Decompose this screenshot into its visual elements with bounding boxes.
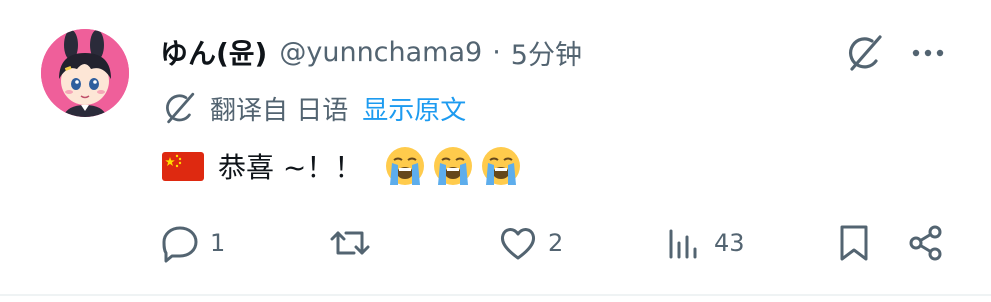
author-handle[interactable]: @yunnchama9 <box>279 37 482 68</box>
loudly-crying-face-icon <box>482 147 521 185</box>
separator-dot: · <box>492 36 501 68</box>
loudly-crying-face-icon <box>434 147 473 185</box>
post-body: 恭喜 ~！！ <box>162 142 522 190</box>
loudly-crying-face-icon <box>386 147 425 185</box>
more-options-button[interactable] <box>906 31 950 75</box>
reply-button[interactable]: 1 <box>160 218 225 268</box>
china-flag-icon <box>162 151 204 181</box>
avatar[interactable] <box>41 29 129 117</box>
action-bar: 1 2 43 <box>0 218 991 268</box>
translation-notice: 翻译自 日语 显示原文 <box>160 88 466 128</box>
bookmark-icon <box>840 225 868 261</box>
repost-icon <box>330 231 370 255</box>
show-original-link[interactable]: 显示原文 <box>362 90 466 127</box>
post-divider <box>0 294 991 296</box>
views-button[interactable]: 43 <box>664 218 745 268</box>
post-text: 恭喜 ~！！ <box>218 151 363 184</box>
translated-from-label: 翻译自 日语 <box>210 95 349 126</box>
like-count: 2 <box>548 229 564 257</box>
reply-count: 1 <box>210 229 226 257</box>
bookmark-button[interactable] <box>834 218 874 268</box>
reply-icon <box>162 226 198 263</box>
like-button[interactable]: 2 <box>498 218 563 268</box>
grok-button[interactable] <box>842 31 886 75</box>
views-chart-icon <box>669 229 697 259</box>
more-horizontal-icon <box>912 49 944 57</box>
share-button[interactable] <box>906 218 946 268</box>
avatar-image <box>41 29 129 117</box>
heart-icon <box>500 228 536 260</box>
post-time[interactable]: 5分钟 <box>511 33 582 72</box>
views-count: 43 <box>714 229 745 257</box>
repost-button[interactable] <box>330 218 380 268</box>
author-display-name[interactable]: ゆん(윤) <box>160 32 267 72</box>
translate-icon <box>166 92 195 124</box>
share-icon <box>909 225 942 261</box>
grok-icon <box>849 35 882 71</box>
post-header: ゆん(윤) @yunnchama9 · 5分钟 <box>160 31 582 73</box>
